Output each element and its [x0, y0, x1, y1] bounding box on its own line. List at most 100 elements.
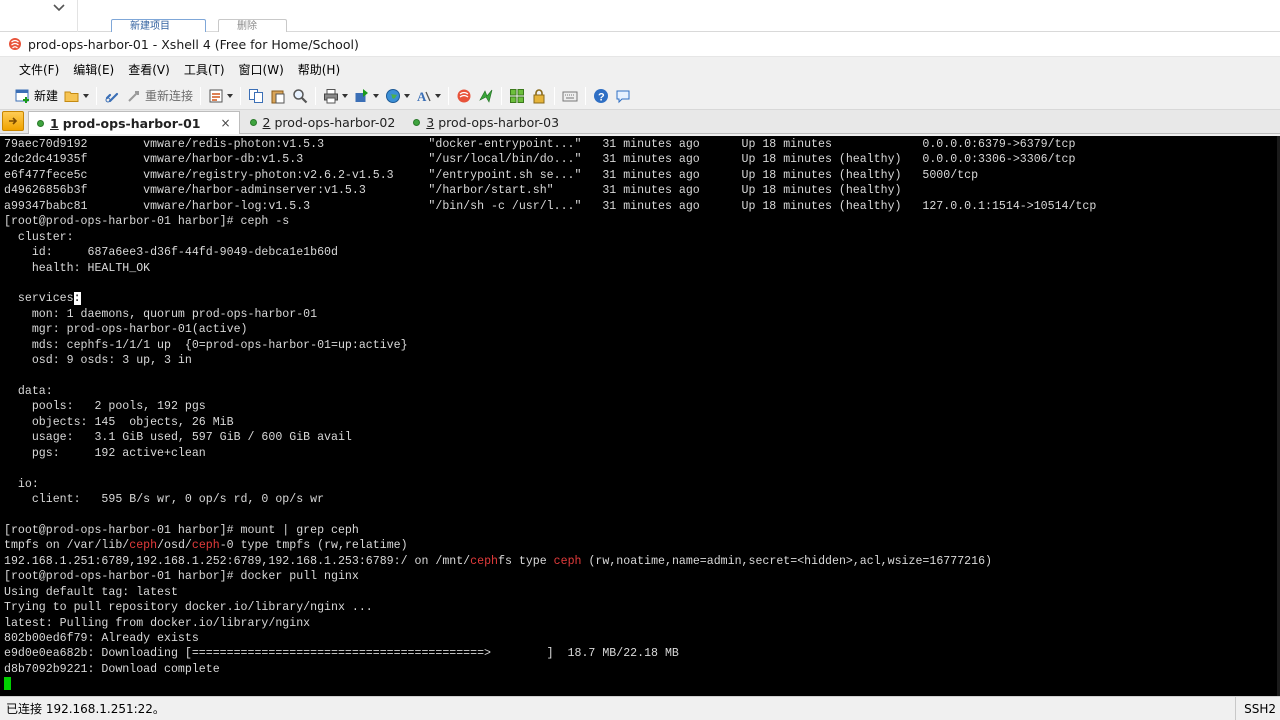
xshell-button[interactable] [453, 85, 475, 107]
toolbar-separator [554, 86, 556, 105]
chat-bubble-icon [616, 90, 630, 103]
chevron-down-icon[interactable] [52, 2, 66, 14]
terminal-line: cluster: [4, 230, 74, 244]
tab-label: prod-ops-harbor-02 [274, 114, 396, 130]
status-bar: 已连接 192.168.1.251:22。 SSH2 [0, 696, 1280, 720]
terminal-line: health: HEALTH_OK [4, 261, 151, 275]
protocol-label: SSH2 [1244, 701, 1276, 716]
chevron-down-icon [227, 93, 234, 98]
connected-status-icon [249, 118, 257, 126]
add-session-button[interactable] [2, 111, 24, 131]
terminal-line: services: [4, 292, 81, 306]
grep-match: ceph [129, 539, 158, 553]
transfer-icon [355, 88, 369, 102]
search-icon [293, 88, 308, 103]
menu-view[interactable]: 查看(V) [121, 60, 177, 80]
open-folder-button[interactable] [61, 85, 92, 107]
terminal-line: mgr: prod-ops-harbor-01(active) [4, 323, 248, 337]
tab-session-3[interactable]: 3 prod-ops-harbor-03 [405, 111, 567, 133]
new-session-label: 新建 [34, 89, 59, 103]
chevron-down-icon [83, 93, 90, 98]
terminal-line: objects: 145 objects, 26 MiB [4, 415, 234, 429]
keyboard-icon [562, 91, 578, 101]
menu-edit[interactable]: 编辑(E) [66, 60, 121, 80]
terminal-line: 192.168.1.251:6789,192.168.1.252:6789,19… [4, 554, 993, 568]
chat-button[interactable] [612, 85, 634, 107]
terminal-line: 79aec70d9192 vmware/redis-photon:v1.5.3 … [4, 138, 1076, 151]
terminal-line: mds: cephfs-1/1/1 up {0=prod-ops-harbor-… [4, 338, 408, 352]
new-session-button[interactable]: 新建 [12, 85, 61, 107]
protocol-indicator: SSH2 [1235, 697, 1280, 720]
new-project-button[interactable]: 新建项目 [111, 19, 206, 33]
printer-icon [324, 88, 339, 103]
delete-button[interactable]: 删除 [218, 19, 287, 33]
chevron-down-icon [435, 93, 442, 98]
layout-grid-icon [510, 88, 525, 103]
terminal-line: latest: Pulling from docker.io/library/n… [4, 616, 311, 630]
terminal-line: usage: 3.1 GiB used, 597 GiB / 600 GiB a… [4, 431, 352, 445]
lock-icon [533, 88, 545, 103]
tab-session-1[interactable]: 1 prod-ops-harbor-01 × [28, 111, 240, 134]
xshell-window: prod-ops-harbor-01 - Xshell 4 (Free for … [0, 32, 1280, 720]
terminal-line: pgs: 192 active+clean [4, 446, 206, 460]
terminal-line: Using default tag: latest [4, 585, 178, 599]
terminal-line [4, 677, 1278, 692]
arrow-right-icon [9, 117, 18, 125]
terminal-pane[interactable]: 79aec70d9192 vmware/redis-photon:v1.5.3 … [0, 136, 1280, 696]
reconnect-button[interactable]: 重新连接 [123, 85, 196, 107]
toolbar-separator [240, 86, 242, 105]
menu-tools[interactable]: 工具(T) [177, 60, 232, 80]
tab-number: 1 [50, 115, 59, 131]
xftp-button[interactable] [475, 85, 497, 107]
toolbar: 新建 重新连接 A ? [0, 82, 1280, 110]
connect-button[interactable] [101, 85, 123, 107]
copy-icon [249, 88, 264, 103]
terminal-line: [root@prod-ops-harbor-01 harbor]# docker… [4, 570, 359, 584]
tab-session-2[interactable]: 2 prod-ops-harbor-02 [242, 111, 404, 133]
properties-button[interactable] [205, 85, 236, 107]
svg-text:?: ? [598, 91, 605, 103]
menu-window[interactable]: 窗口(W) [232, 60, 291, 80]
terminal-line: e6f477fece5c vmware/registry-photon:v2.6… [4, 168, 979, 182]
terminal-line: client: 595 B/s wr, 0 op/s rd, 0 op/s wr [4, 493, 325, 507]
terminal-line: d49626856b3f vmware/harbor-adminserver:v… [4, 184, 902, 198]
terminal-line: data: [4, 385, 53, 398]
chevron-down-icon [373, 93, 380, 98]
paste-icon [271, 90, 285, 103]
grep-match: ceph [553, 554, 582, 568]
keyboard-button[interactable] [559, 85, 581, 107]
terminal-line: osd: 9 osds: 3 up, 3 in [4, 354, 192, 368]
xftp-icon [479, 89, 493, 103]
terminal-line: 802b00ed6f79: Already exists [4, 632, 199, 645]
text-selection: : [73, 292, 81, 306]
globe-button[interactable] [382, 85, 413, 107]
reconnect-label: 重新连接 [145, 89, 194, 103]
terminal-line: mon: 1 daemons, quorum prod-ops-harbor-0… [4, 307, 318, 321]
menu-help[interactable]: 帮助(H) [291, 60, 347, 80]
layout-button[interactable] [506, 85, 528, 107]
find-button[interactable] [289, 85, 311, 107]
help-button[interactable]: ? [590, 85, 612, 107]
connected-status-icon [413, 118, 421, 126]
connected-status-icon [37, 119, 44, 127]
terminal-line: pools: 2 pools, 192 pgs [4, 400, 206, 414]
terminal-output: 79aec70d9192 vmware/redis-photon:v1.5.3 … [4, 137, 1278, 693]
chevron-down-icon [404, 93, 411, 98]
background-sidebar [0, 0, 78, 32]
toolbar-separator [315, 86, 317, 105]
copy-button[interactable] [245, 85, 267, 107]
paste-button[interactable] [267, 85, 289, 107]
font-button[interactable]: A [413, 85, 444, 107]
close-icon[interactable]: × [220, 116, 230, 130]
svg-text:A: A [417, 89, 427, 104]
menu-file[interactable]: 文件(F) [12, 60, 66, 80]
tab-label: prod-ops-harbor-01 [62, 115, 201, 131]
lock-button[interactable] [528, 85, 550, 107]
transfer-button[interactable] [351, 85, 382, 107]
grep-match: ceph [470, 554, 498, 568]
toolbar-separator [200, 86, 202, 105]
toolbar-separator [501, 86, 503, 105]
print-button[interactable] [320, 85, 351, 107]
